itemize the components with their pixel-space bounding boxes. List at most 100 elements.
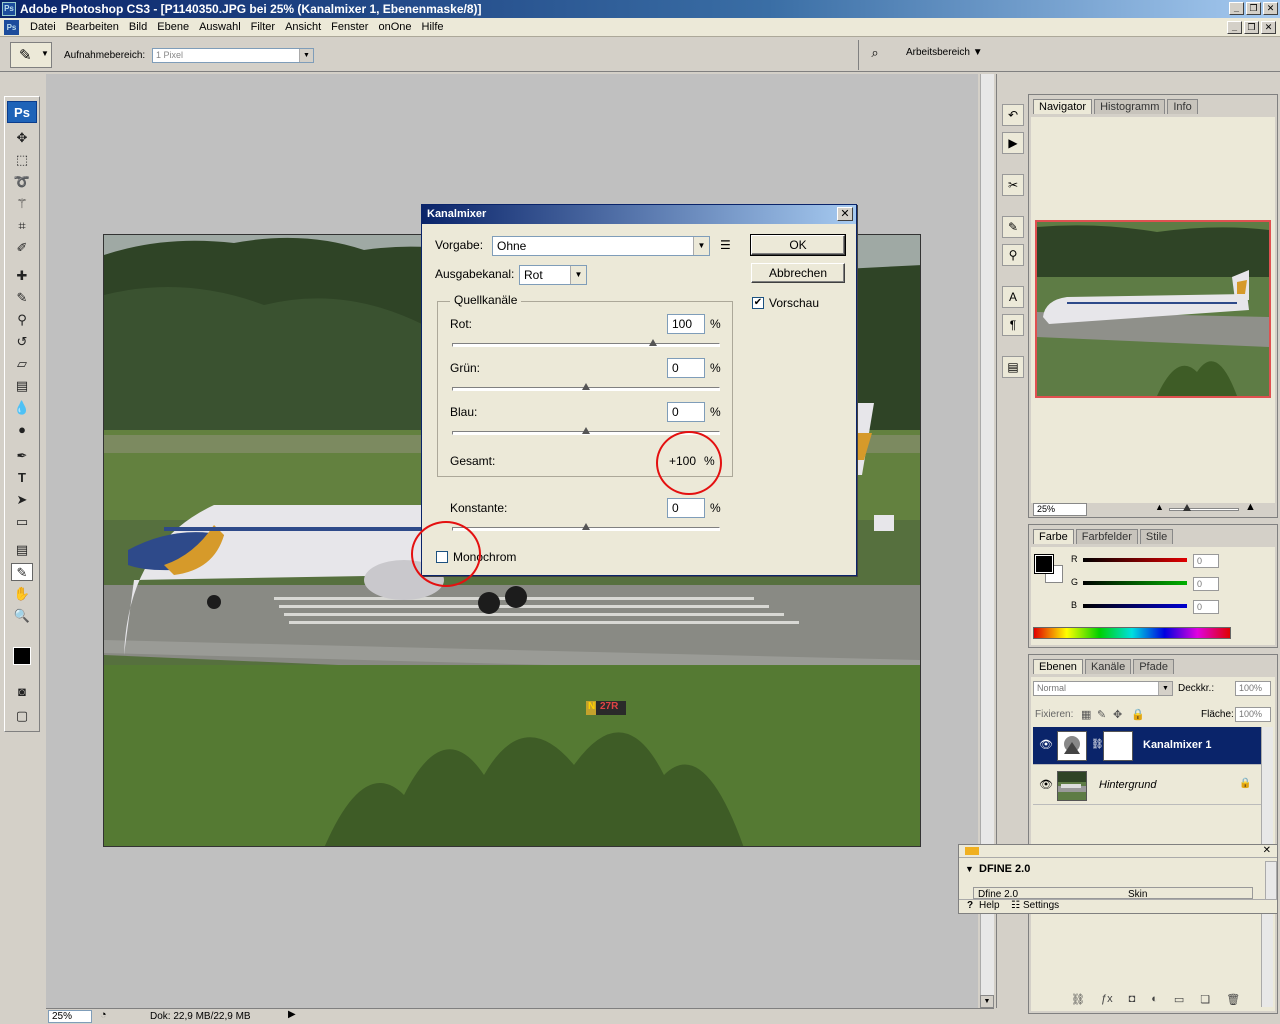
dfine-scrollbar[interactable] bbox=[1265, 861, 1277, 901]
brush-tool-icon[interactable]: ✎ bbox=[11, 289, 33, 307]
add-mask-icon[interactable]: ◘ bbox=[1129, 993, 1136, 1009]
layer-style-icon[interactable]: ƒx bbox=[1101, 993, 1113, 1009]
color-r-input[interactable]: 0 bbox=[1193, 554, 1219, 568]
new-group-icon[interactable]: ▭ bbox=[1174, 993, 1184, 1009]
workspace-menu[interactable]: Arbeitsbereich ▼ bbox=[906, 47, 983, 58]
zoom-tool-icon[interactable]: 🔍 bbox=[11, 607, 33, 625]
close-button[interactable]: ✕ bbox=[1263, 2, 1278, 15]
lasso-tool-icon[interactable]: ➰ bbox=[11, 173, 33, 191]
menu-bearbeiten[interactable]: Bearbeiten bbox=[61, 21, 124, 33]
healing-brush-icon[interactable]: ✚ bbox=[11, 267, 33, 285]
preset-select[interactable]: Ohne ▼ bbox=[492, 236, 710, 256]
layer-row-kanalmixer[interactable]: 👁 ⛓ Kanalmixer 1 bbox=[1033, 727, 1261, 765]
eye-icon[interactable]: 👁 bbox=[1039, 738, 1053, 752]
adjustment-layer-icon[interactable]: ◐ bbox=[1151, 993, 1158, 1009]
minimize-button[interactable]: _ bbox=[1229, 2, 1244, 15]
dfine-close-icon[interactable]: ✕ bbox=[1263, 845, 1271, 856]
menu-auswahl[interactable]: Auswahl bbox=[194, 21, 246, 33]
red-channel-slider-thumb[interactable] bbox=[649, 339, 657, 346]
magic-wand-tool-icon[interactable]: ⚚ bbox=[11, 195, 33, 213]
constant-input[interactable]: 0 bbox=[667, 498, 705, 518]
color-g-input[interactable]: 0 bbox=[1193, 577, 1219, 591]
brushes-panel-icon[interactable]: ✎ bbox=[1002, 216, 1024, 238]
color-g-slider[interactable] bbox=[1083, 581, 1187, 585]
dfine-list[interactable]: Dfine 2.0 Skin bbox=[973, 887, 1253, 899]
green-channel-slider-thumb[interactable] bbox=[582, 383, 590, 390]
character-panel-icon[interactable]: A bbox=[1002, 286, 1024, 308]
actions-panel-icon[interactable]: ▶ bbox=[1002, 132, 1024, 154]
slice-tool-icon[interactable]: ✐ bbox=[11, 239, 33, 257]
constant-slider-thumb[interactable] bbox=[582, 523, 590, 530]
restore-button[interactable]: ❐ bbox=[1246, 2, 1261, 15]
quick-mask-icon[interactable]: ◙ bbox=[11, 683, 33, 701]
tab-channels[interactable]: Kanäle bbox=[1084, 659, 1132, 674]
bridge-icon[interactable]: ⌕ bbox=[864, 45, 886, 65]
type-tool-icon[interactable]: T bbox=[11, 469, 33, 487]
hand-tool-icon[interactable]: ✋ bbox=[11, 585, 33, 603]
navigator-zoom-field[interactable]: 25% bbox=[1033, 503, 1087, 516]
new-layer-icon[interactable]: ❏ bbox=[1200, 993, 1210, 1009]
menu-fenster[interactable]: Fenster bbox=[326, 21, 373, 33]
ps-logo[interactable]: Ps bbox=[7, 101, 37, 123]
navigator-zoom-thumb[interactable] bbox=[1183, 504, 1191, 511]
doc-minimize-button[interactable]: _ bbox=[1227, 21, 1242, 34]
paragraph-panel-icon[interactable]: ¶ bbox=[1002, 314, 1024, 336]
navigator-preview[interactable] bbox=[1035, 220, 1271, 398]
tab-navigator[interactable]: Navigator bbox=[1033, 99, 1093, 114]
help-icon[interactable]: ? bbox=[967, 900, 973, 911]
zoom-out-icon[interactable]: ▲ bbox=[1155, 502, 1164, 512]
menu-bild[interactable]: Bild bbox=[124, 21, 152, 33]
document-icon[interactable]: Ps bbox=[4, 19, 19, 35]
screen-mode-icon[interactable]: ▢ bbox=[11, 707, 33, 725]
clone-source-icon[interactable]: ⚲ bbox=[1002, 244, 1024, 266]
tab-info[interactable]: Info bbox=[1167, 99, 1198, 114]
color-spectrum-ramp[interactable] bbox=[1033, 627, 1231, 639]
layer-comps-icon[interactable]: ▤ bbox=[1002, 356, 1024, 378]
delete-layer-icon[interactable]: 🗑 bbox=[1226, 993, 1240, 1009]
notes-tool-icon[interactable]: ▤ bbox=[11, 541, 33, 559]
lock-position-icon[interactable]: ✥ bbox=[1113, 708, 1122, 721]
tab-color[interactable]: Farbe bbox=[1033, 529, 1074, 544]
tab-histogram[interactable]: Histogramm bbox=[1094, 99, 1166, 114]
status-menu-icon[interactable]: ◔ bbox=[100, 1009, 107, 1021]
stamp-tool-icon[interactable]: ⚲ bbox=[11, 311, 33, 329]
color-r-slider[interactable] bbox=[1083, 558, 1187, 562]
status-arrow-icon[interactable]: ▶ bbox=[288, 1009, 296, 1020]
dodge-tool-icon[interactable]: ● bbox=[11, 421, 33, 439]
dfine-settings-link[interactable]: Settings bbox=[1023, 900, 1059, 911]
navigator-zoom-slider[interactable] bbox=[1169, 508, 1239, 511]
menu-datei[interactable]: Datei bbox=[25, 21, 61, 33]
color-b-slider[interactable] bbox=[1083, 604, 1187, 608]
layer-name[interactable]: Kanalmixer 1 bbox=[1143, 739, 1211, 751]
history-brush-icon[interactable]: ↺ bbox=[11, 333, 33, 351]
crop-tool-icon[interactable]: ⌗ bbox=[11, 217, 33, 235]
color-b-input[interactable]: 0 bbox=[1193, 600, 1219, 614]
lock-transparency-icon[interactable]: ▦ bbox=[1081, 708, 1091, 721]
preview-checkbox[interactable]: ✔ bbox=[752, 297, 764, 309]
menu-onone[interactable]: onOne bbox=[373, 21, 416, 33]
ok-button[interactable]: OK bbox=[750, 234, 846, 256]
tool-presets-icon[interactable]: ✂ bbox=[1002, 174, 1024, 196]
dialog-close-button[interactable]: ✕ bbox=[837, 207, 853, 221]
menu-ebene[interactable]: Ebene bbox=[152, 21, 194, 33]
gradient-tool-icon[interactable]: ▤ bbox=[11, 377, 33, 395]
dfine-tab-icon[interactable] bbox=[965, 847, 979, 855]
menu-ansicht[interactable]: Ansicht bbox=[280, 21, 326, 33]
color-foreground-swatch[interactable] bbox=[1034, 554, 1054, 574]
lock-pixels-icon[interactable]: ✎ bbox=[1097, 708, 1106, 721]
red-channel-slider[interactable] bbox=[452, 343, 720, 347]
tab-paths[interactable]: Pfade bbox=[1133, 659, 1174, 674]
layer-name[interactable]: Hintergrund bbox=[1099, 779, 1156, 791]
menu-filter[interactable]: Filter bbox=[246, 21, 280, 33]
layer-mask-thumbnail[interactable] bbox=[1103, 731, 1133, 761]
pen-tool-icon[interactable]: ✒ bbox=[11, 447, 33, 465]
menu-hilfe[interactable]: Hilfe bbox=[417, 21, 449, 33]
eyedropper-tool-icon[interactable]: ✎ bbox=[11, 563, 33, 581]
tab-styles[interactable]: Stile bbox=[1139, 529, 1174, 544]
tab-layers[interactable]: Ebenen bbox=[1033, 659, 1083, 674]
foreground-color-swatch[interactable] bbox=[13, 647, 31, 665]
cancel-button[interactable]: Abbrechen bbox=[751, 263, 845, 283]
blue-channel-input[interactable]: 0 bbox=[667, 402, 705, 422]
doc-restore-button[interactable]: ❐ bbox=[1244, 21, 1259, 34]
link-layers-icon[interactable]: ⛓ bbox=[1071, 993, 1085, 1009]
